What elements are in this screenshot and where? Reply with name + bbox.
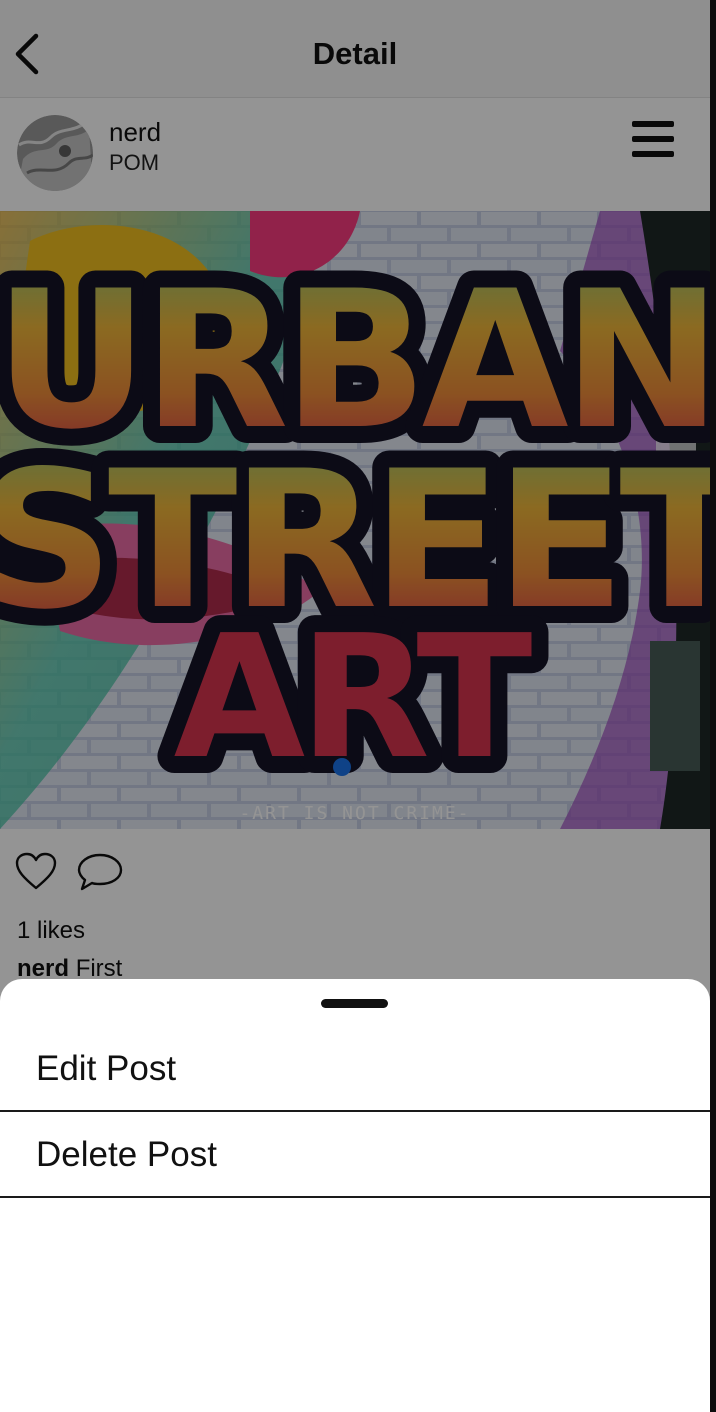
edit-post-button[interactable]: Edit Post [0, 1026, 710, 1112]
bottom-sheet: Edit Post Delete Post [0, 979, 710, 1412]
edit-post-label: Edit Post [36, 1049, 177, 1088]
screen-edge [710, 0, 716, 1412]
sheet-grabber-handle[interactable] [321, 999, 388, 1008]
delete-post-label: Delete Post [36, 1135, 217, 1174]
delete-post-button[interactable]: Delete Post [0, 1112, 710, 1198]
screen: Detail nerd POM URBAN STREET ART URBAN S… [0, 0, 710, 1412]
